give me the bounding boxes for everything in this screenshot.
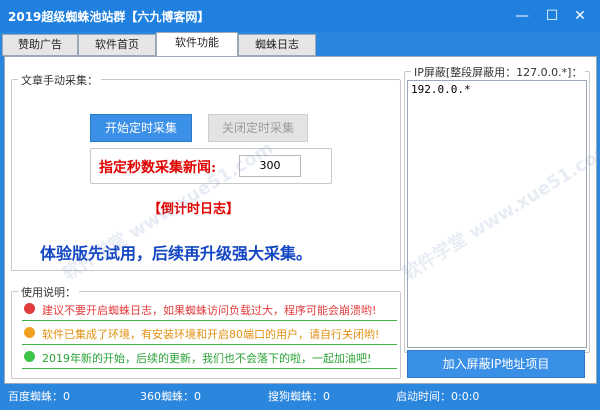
uptime-display: 启动时间：0:0:0 xyxy=(396,390,480,403)
manual-collect-legend: 文章手动采集： xyxy=(18,72,101,88)
content-panel: 文章手动采集： 开始定时采集 关闭定时采集 指定秒数采集新闻: 300 【倒计时… xyxy=(4,56,600,384)
stop-timed-collect-button[interactable]: 关闭定时采集 xyxy=(208,114,308,142)
ip-block-textarea[interactable]: 192.0.0.* xyxy=(407,80,587,348)
usage-legend: 使用说明： xyxy=(18,284,79,300)
sogou-spider-count: 搜狗蜘蛛：0 xyxy=(268,390,330,403)
usage-note-3: 2019年新的开始，后续的更新，我们也不会落下的啦，一起加油吧! xyxy=(22,348,397,369)
tab-spider-log[interactable]: 蜘蛛日志 xyxy=(238,34,316,56)
usage-note-text: 建议不要开启蜘蛛日志，如果蜘蛛访问负载过大，程序可能会崩溃哟! xyxy=(42,304,377,317)
title-bar: 2019超级蜘蛛池站群【六九博客网】 — ☐ ✕ xyxy=(0,0,600,32)
manual-collect-group: 文章手动采集： 开始定时采集 关闭定时采集 指定秒数采集新闻: 300 【倒计时… xyxy=(11,72,401,271)
tab-bar: 赞助广告 软件首页 软件功能 蜘蛛日志 xyxy=(0,32,600,57)
usage-note-2: 软件已集成了环境，有安装环境和开启80端口的用户，请自行关闭哟! xyxy=(22,324,397,345)
minimize-button[interactable]: — xyxy=(510,6,534,26)
orange-dot-icon xyxy=(24,327,35,338)
red-dot-icon xyxy=(24,303,35,314)
interval-box: 指定秒数采集新闻: 300 xyxy=(90,148,332,184)
tab-software-features[interactable]: 软件功能 xyxy=(156,32,238,57)
trial-notice: 体验版先试用，后续再升级强大采集。 xyxy=(40,244,313,263)
green-dot-icon xyxy=(24,351,35,362)
360-spider-count: 360蜘蛛：0 xyxy=(140,390,201,403)
ip-block-group: IP屏蔽[整段屏蔽用：127.0.0.*]： 192.0.0.* xyxy=(404,64,590,353)
close-button[interactable]: ✕ xyxy=(568,6,592,26)
window-title: 2019超级蜘蛛池站群【六九博客网】 xyxy=(8,10,210,24)
start-timed-collect-button[interactable]: 开始定时采集 xyxy=(90,114,192,142)
interval-seconds-input[interactable]: 300 xyxy=(239,155,301,177)
usage-note-text: 2019年新的开始，后续的更新，我们也不会落下的啦，一起加油吧! xyxy=(42,352,372,365)
status-bar: 百度蜘蛛：0 360蜘蛛：0 搜狗蜘蛛：0 启动时间：0:0:0 xyxy=(0,382,600,410)
countdown-log-label: 【倒计时日志】 xyxy=(148,202,240,217)
ip-block-legend: IP屏蔽[整段屏蔽用：127.0.0.*]： xyxy=(411,64,586,80)
interval-label: 指定秒数采集新闻: xyxy=(99,160,217,176)
maximize-button[interactable]: ☐ xyxy=(540,6,564,26)
usage-note-text: 软件已集成了环境，有安装环境和开启80端口的用户，请自行关闭哟! xyxy=(42,328,380,341)
baidu-spider-count: 百度蜘蛛：0 xyxy=(8,390,70,403)
tab-sponsor-ads[interactable]: 赞助广告 xyxy=(2,34,78,56)
add-blocked-ip-button[interactable]: 加入屏蔽IP地址项目 xyxy=(407,350,585,378)
tab-software-home[interactable]: 软件首页 xyxy=(78,34,156,56)
usage-note-1: 建议不要开启蜘蛛日志，如果蜘蛛访问负载过大，程序可能会崩溃哟! xyxy=(22,300,397,321)
usage-group: 使用说明： 建议不要开启蜘蛛日志，如果蜘蛛访问负载过大，程序可能会崩溃哟! 软件… xyxy=(11,284,401,379)
